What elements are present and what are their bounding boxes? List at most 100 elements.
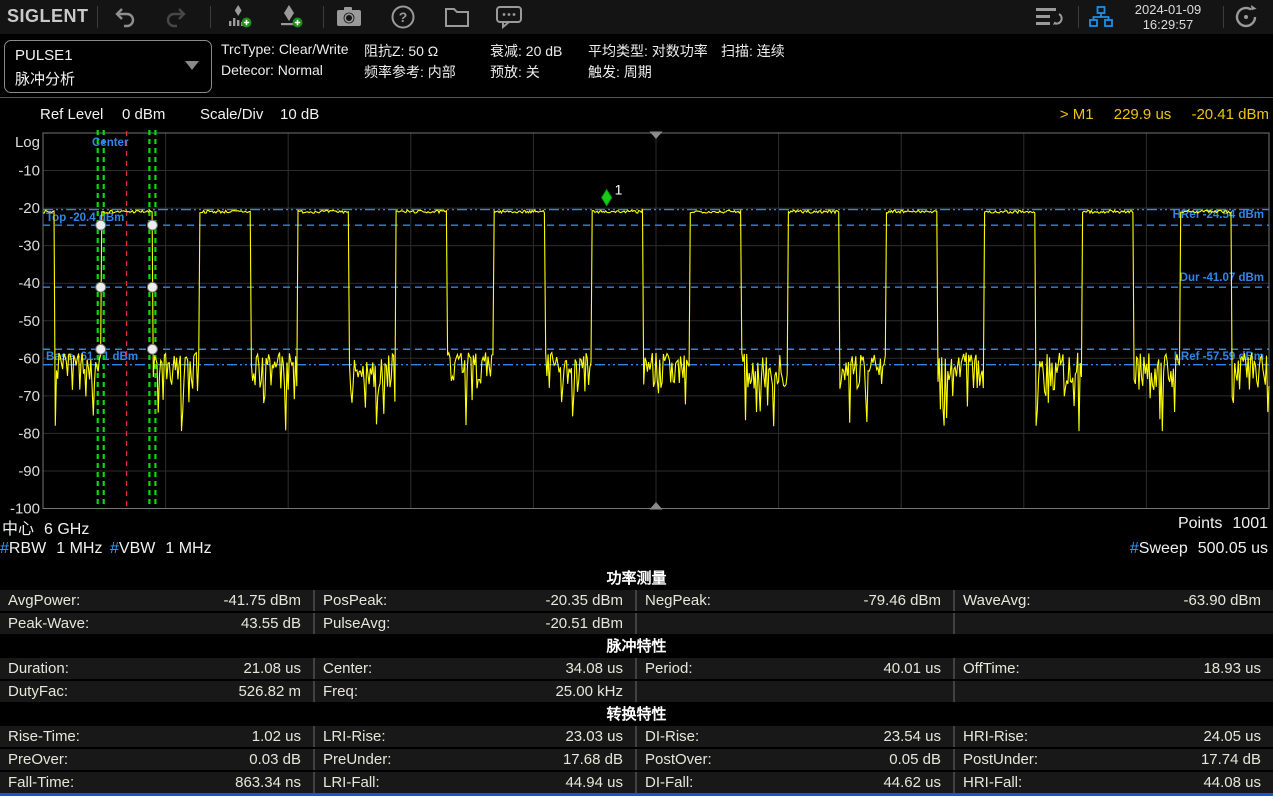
cell-label: PreOver: (8, 751, 68, 768)
table-cell: DI-Fall:44.62 us (637, 772, 953, 793)
center-freq-readout[interactable]: 中心6 GHz (2, 515, 89, 539)
table-cell: OffTime: 18.93 us (955, 658, 1273, 679)
table-cell: WaveAvg: -63.90 dBm (955, 590, 1273, 611)
bottom-center-triangle-icon[interactable] (650, 502, 663, 510)
gate-handle[interactable] (147, 282, 157, 292)
cell-label: Peak-Wave: (8, 615, 89, 632)
table-cell (637, 613, 953, 634)
table-cell: NegPeak: -79.46 dBm (637, 590, 953, 611)
cell-value: -63.90 dBm (1183, 592, 1261, 609)
table-cell: LRI-Rise: 23.03 us (315, 726, 635, 747)
gate-handle[interactable] (96, 220, 106, 230)
table-row: Fall-Time: 863.34 ns LRI-Fall: 44.94 us DI-F… (0, 772, 1273, 793)
threshold-label-top: Top -20.4 dBm (46, 212, 124, 224)
table-row: Rise-Time: 1.02 us LRI-Rise: 23.03 us DI-Ris… (0, 726, 1273, 747)
table-section-title: 功率测量 (0, 568, 1273, 589)
cell-value: 23.03 us (565, 728, 623, 745)
y-axis-tick-label: -80 (18, 425, 40, 442)
cell-label: OffTime: (963, 660, 1020, 677)
table-cell (955, 681, 1273, 702)
marker-1-id-label: 1 (615, 182, 623, 198)
cell-value: 526.82 m (238, 683, 301, 700)
y-axis-scale-label: Log (15, 134, 40, 151)
table-row: Duration: 21.08 us Center:34.08 us Period: 4… (0, 658, 1273, 679)
points-readout: Points1001 (1178, 515, 1268, 533)
cell-label: Duration: (8, 660, 69, 677)
table-cell: PosPeak: -20.35 dBm (315, 590, 635, 611)
cell-value: 17.74 dB (1201, 751, 1261, 768)
y-axis-tick-label: -40 (18, 275, 40, 292)
sweep-time-readout[interactable]: #Sweep500.05 us (1130, 540, 1268, 558)
marker-1-diamond-icon[interactable] (602, 190, 612, 206)
cell-value: 43.55 dB (241, 615, 301, 632)
measurement-tables: 功率测量 AvgPower: -41.75 dBm PosPeak: -20.35 dB… (0, 568, 1273, 795)
cell-value: 0.05 dB (889, 751, 941, 768)
rbw-readout[interactable]: #RBW1 MHz (0, 540, 102, 558)
cell-label: LRI-Fall: (323, 774, 380, 791)
table-section-title: 脉冲特性 (0, 636, 1273, 657)
cell-value: 21.08 us (243, 660, 301, 677)
y-axis-tick-label: -90 (18, 463, 40, 480)
cell-label: NegPeak: (645, 592, 711, 609)
cell-label: Center: (323, 660, 372, 677)
y-axis-tick-label: -60 (18, 350, 40, 367)
table-cell: DutyFac:526.82 m (0, 681, 313, 702)
threshold-label-dur: Dur -41.07 dBm (1180, 272, 1264, 284)
gate-handle[interactable] (96, 344, 106, 354)
cell-value: 24.05 us (1203, 728, 1261, 745)
table-row: DutyFac:526.82 mFreq:25.00 kHz (0, 681, 1273, 702)
cell-value: 18.93 us (1203, 660, 1261, 677)
table-row: PreOver:0.03 dBPreUnder:17.68 dBPostOver… (0, 749, 1273, 770)
cell-label: HRI-Fall: (963, 774, 1022, 791)
table-cell: PostUnder:17.74 dB (955, 749, 1273, 770)
cell-label: Rise-Time: (8, 728, 80, 745)
table-cell: Period: 40.01 us (637, 658, 953, 679)
top-center-triangle-icon[interactable] (650, 132, 663, 140)
table-cell: PostOver: 0.05 dB (637, 749, 953, 770)
cell-label: WaveAvg: (963, 592, 1031, 609)
table-row: AvgPower: -41.75 dBm PosPeak: -20.35 dBm Neg… (0, 590, 1273, 611)
gate-handle[interactable] (96, 282, 106, 292)
cell-value: 23.54 us (883, 728, 941, 745)
y-axis-tick-label: -20 (18, 200, 40, 217)
cell-label: LRI-Rise: (323, 728, 386, 745)
cell-value: 44.94 us (565, 774, 623, 791)
table-cell: AvgPower: -41.75 dBm (0, 590, 313, 611)
y-axis-tick-label: -70 (18, 388, 40, 405)
cell-label: PulseAvg: (323, 615, 390, 632)
cell-label: PosPeak: (323, 592, 387, 609)
cell-value: -20.35 dBm (545, 592, 623, 609)
y-axis-tick-label: -30 (18, 238, 40, 255)
table-cell: HRI-Fall: 44.08 us (955, 772, 1273, 793)
table-cell: Center:34.08 us (315, 658, 635, 679)
cell-label: AvgPower: (8, 592, 80, 609)
cell-label: DI-Rise: (645, 728, 699, 745)
table-cell: Duration: 21.08 us (0, 658, 313, 679)
table-cell: HRI-Rise:24.05 us (955, 726, 1273, 747)
cell-value: 863.34 ns (235, 774, 301, 791)
cell-label: Period: (645, 660, 693, 677)
table-cell: LRI-Fall: 44.94 us (315, 772, 635, 793)
gate-handle[interactable] (147, 220, 157, 230)
vbw-readout[interactable]: #VBW1 MHz (110, 540, 212, 558)
cell-value: -79.46 dBm (863, 592, 941, 609)
cell-label: Fall-Time: (8, 774, 74, 791)
gate-handle[interactable] (147, 344, 157, 354)
cell-value: -41.75 dBm (223, 592, 301, 609)
table-cell: Rise-Time: 1.02 us (0, 726, 313, 747)
cell-label: PostOver: (645, 751, 712, 768)
table-cell: Peak-Wave: 43.55 dB (0, 613, 313, 634)
y-axis-tick-label: -50 (18, 313, 40, 330)
gate-center-label: Center (92, 137, 129, 149)
cell-value: 1.02 us (252, 728, 301, 745)
cell-label: DI-Fall: (645, 774, 693, 791)
table-cell: Fall-Time: 863.34 ns (0, 772, 313, 793)
cell-value: 40.01 us (883, 660, 941, 677)
table-cell (955, 613, 1273, 634)
table-cell: PulseAvg:-20.51 dBm (315, 613, 635, 634)
table-cell (637, 681, 953, 702)
table-cell: PreUnder:17.68 dB (315, 749, 635, 770)
cell-value: 44.08 us (1203, 774, 1261, 791)
table-cell: DI-Rise: 23.54 us (637, 726, 953, 747)
table-cell: PreOver:0.03 dB (0, 749, 313, 770)
